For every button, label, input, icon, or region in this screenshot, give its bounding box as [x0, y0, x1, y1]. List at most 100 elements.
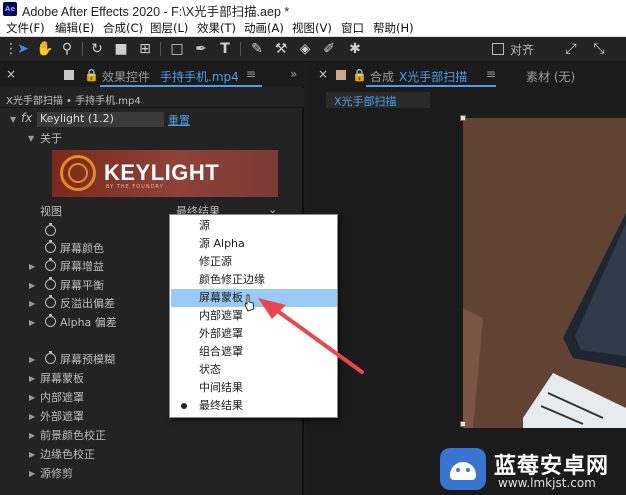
view-option-intermediate-result[interactable]: 中间结果	[171, 379, 337, 397]
title-bar: Ae Adobe After Effects 2020 - F:\X光手部扫描.…	[0, 0, 626, 19]
group-inside-mask: 内部遮罩	[40, 391, 84, 404]
close-tab-icon[interactable]: ×	[318, 67, 328, 81]
workspace-icon[interactable]: ⤡	[590, 40, 608, 58]
menu-edit[interactable]: 编辑(E)	[55, 20, 94, 36]
lock-icon[interactable]: 🔒	[84, 68, 99, 82]
toolbar-divider	[160, 42, 161, 56]
keylight-logo: KEYLIGHT BY THE FOUNDRY	[52, 150, 278, 197]
tab-footage[interactable]: 素材 (无)	[526, 68, 575, 85]
prop-screen-gain: 屏幕增益	[60, 260, 104, 273]
tab-composition-prefix[interactable]: 合成	[370, 68, 394, 85]
menu-animation[interactable]: 动画(A)	[244, 20, 284, 36]
pan-behind-tool-icon[interactable]: ⊞	[136, 40, 154, 58]
snap-options-icon[interactable]: ⤢	[562, 40, 580, 58]
stopwatch-icon[interactable]	[45, 240, 56, 253]
view-option-source-alpha[interactable]: 源 Alpha	[171, 235, 337, 253]
rectangle-tool-icon[interactable]: □	[168, 40, 186, 58]
view-option-source[interactable]: 源	[171, 217, 337, 235]
option-label: 最终结果	[199, 399, 243, 412]
view-option-corrected-source[interactable]: 修正源	[171, 253, 337, 271]
stopwatch-icon[interactable]	[45, 223, 56, 236]
rotate-tool-icon[interactable]: ↻	[88, 40, 106, 58]
option-label: 外部遮罩	[199, 327, 243, 340]
menu-layer[interactable]: 图层(L)	[150, 20, 188, 36]
option-label: 状态	[199, 363, 221, 376]
stopwatch-icon[interactable]	[45, 258, 56, 271]
tab-composition-name[interactable]: X光手部扫描	[399, 68, 467, 85]
snap-checkbox[interactable]	[492, 43, 504, 55]
composition-viewer[interactable]	[463, 118, 626, 428]
clone-stamp-tool-icon[interactable]: ⚒	[272, 40, 290, 58]
pen-tool-icon[interactable]: ✒	[192, 40, 210, 58]
selected-bullet-icon	[181, 403, 187, 409]
expand-group-icon[interactable]: ▶	[29, 450, 35, 459]
expand-group-icon[interactable]: ▶	[29, 412, 35, 421]
view-label: 视图	[40, 205, 62, 218]
puppet-pin-tool-icon[interactable]: ✱	[346, 40, 364, 58]
watermark-url: www.lmkjst.com	[498, 476, 596, 490]
stopwatch-icon[interactable]	[45, 351, 56, 364]
comp-name-label: X光手部扫描	[334, 95, 397, 108]
prop-screen-preblur: 屏幕预模糊	[60, 353, 115, 366]
view-option-final-result[interactable]: 最终结果	[171, 397, 337, 415]
view-option-colour-correction-edges[interactable]: 颜色修正边缘	[171, 271, 337, 289]
brush-tool-icon[interactable]: ✎	[248, 40, 266, 58]
keylight-logo-name: KEYLIGHT	[104, 160, 220, 185]
eraser-tool-icon[interactable]: ◈	[296, 40, 314, 58]
expand-group-icon[interactable]: ▶	[29, 393, 35, 402]
group-screen-matte: 屏幕蒙板	[40, 372, 84, 385]
snap-label: 对齐	[510, 43, 535, 57]
menu-bar: 文件(F) 编辑(E) 合成(C) 图层(L) 效果(T) 动画(A) 视图(V…	[0, 18, 626, 37]
toolbar: ⋮ ➤ ✋ ⚲ ↻ ■ ⊞ □ ✒ T ✎ ⚒ ◈ ✐ ✱ 对齐 ⤢ ⤡	[0, 37, 626, 62]
blueberry-logo-icon	[440, 448, 486, 490]
comp-name-chip[interactable]: X光手部扫描	[326, 92, 430, 108]
menu-window[interactable]: 窗口	[341, 20, 364, 36]
menu-file[interactable]: 文件(F)	[6, 20, 45, 36]
expand-prop-icon[interactable]: ▶	[29, 281, 35, 290]
expand-effect-icon[interactable]: ▼	[10, 115, 16, 124]
prop-screen-colour: 屏幕颜色	[60, 242, 104, 255]
fx-icon[interactable]: fx	[21, 111, 32, 125]
expand-prop-icon[interactable]: ▶	[29, 318, 35, 327]
expand-group-icon[interactable]: ▶	[29, 469, 35, 478]
tab-effect-controls-prefix[interactable]: 效果控件	[102, 68, 150, 85]
panel-menu-icon[interactable]: ≡	[246, 67, 256, 81]
expand-group-icon[interactable]: ▶	[29, 431, 35, 440]
hand-tool-icon[interactable]: ✋	[36, 40, 54, 58]
expand-prop-icon[interactable]: ▶	[29, 262, 35, 271]
roto-brush-tool-icon[interactable]: ✐	[320, 40, 338, 58]
group-source-crops: 源修剪	[40, 467, 73, 480]
option-label: 组合遮罩	[199, 345, 243, 358]
expand-about-icon[interactable]: ▼	[28, 134, 34, 143]
group-foreground-colour-correction: 前景颜色校正	[40, 429, 106, 442]
prop-alpha-bias: Alpha 偏差	[60, 316, 117, 329]
option-label: 源 Alpha	[199, 237, 245, 250]
toolbar-divider	[240, 42, 241, 56]
expand-prop-icon[interactable]: ▶	[29, 355, 35, 364]
expand-prop-icon[interactable]: ▶	[29, 299, 35, 308]
menu-composition[interactable]: 合成(C)	[103, 20, 143, 36]
panel-menu-icon[interactable]: ≡	[486, 67, 496, 81]
layer-handle[interactable]	[460, 421, 466, 427]
tab-effect-controls-layer[interactable]: 手持手机.mp4	[160, 68, 239, 85]
type-tool-icon[interactable]: T	[216, 40, 234, 58]
menu-help[interactable]: 帮助(H)	[373, 20, 414, 36]
expand-panels-icon[interactable]: »	[290, 67, 297, 81]
close-tab-icon[interactable]: ×	[6, 67, 16, 81]
stopwatch-icon[interactable]	[45, 295, 56, 308]
selection-tool-icon[interactable]: ➤	[14, 40, 32, 58]
option-label: 中间结果	[199, 381, 243, 394]
effect-name[interactable]: Keylight (1.2)	[37, 112, 164, 127]
option-label: 源	[199, 219, 210, 232]
expand-group-icon[interactable]: ▶	[29, 374, 35, 383]
reset-link[interactable]: 重置	[168, 112, 190, 128]
lock-icon[interactable]: 🔒	[352, 68, 367, 82]
zoom-tool-icon[interactable]: ⚲	[58, 40, 76, 58]
menu-effect[interactable]: 效果(T)	[197, 20, 236, 36]
layer-handle[interactable]	[460, 115, 466, 121]
stopwatch-icon[interactable]	[45, 277, 56, 290]
stopwatch-icon[interactable]	[45, 314, 56, 327]
camera-tool-icon[interactable]: ■	[112, 40, 130, 58]
menu-view[interactable]: 视图(V)	[292, 20, 332, 36]
panel-icon	[64, 70, 74, 80]
